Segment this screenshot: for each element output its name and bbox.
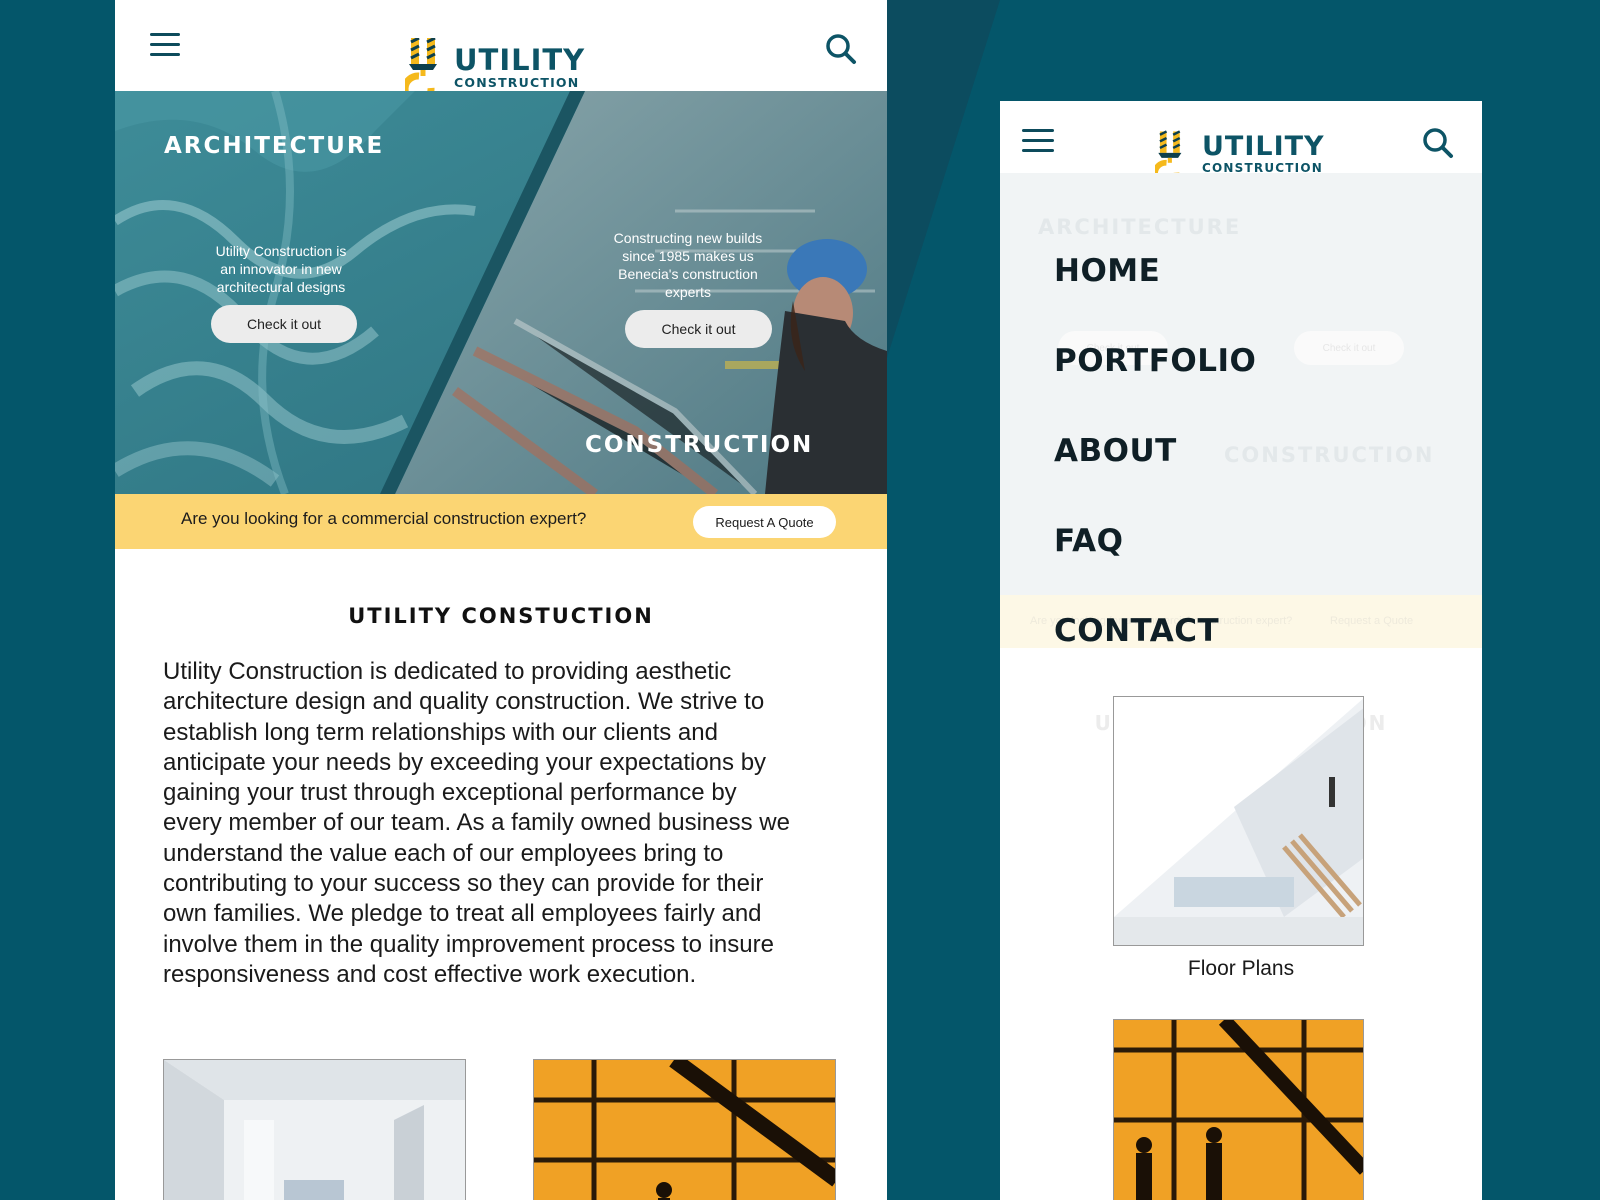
floor-plans-card-label: Floor Plans — [1187, 957, 1295, 980]
construction-card-image[interactable] — [1113, 1019, 1364, 1200]
construction-check-it-out-button[interactable]: Check it out — [625, 310, 772, 348]
quote-banner-text: Are you looking for a commercial constru… — [181, 509, 587, 528]
menu-item-contact[interactable]: CONTACT — [1054, 613, 1219, 649]
about-section-title: UTILITY CONSTUCTION — [348, 604, 654, 628]
logo-title: UTILITY — [1202, 131, 1325, 162]
search-icon[interactable] — [825, 33, 857, 65]
hero-construction-heading: CONSTRUCTION — [585, 432, 814, 458]
request-quote-button[interactable]: Request A Quote — [693, 506, 836, 538]
menu-item-faq[interactable]: FAQ — [1054, 523, 1123, 559]
construction-silhouette-photo — [534, 1060, 835, 1200]
site-header: UTILITY CONSTRUCTION — [115, 0, 887, 106]
menu-item-home[interactable]: HOME — [1054, 253, 1160, 289]
about-paragraph: Utility Construction is dedicated to pro… — [163, 658, 790, 988]
mobile-menu-screen: UTILITY CONSTRUCTION ARCHITECTURE Check … — [1000, 101, 1482, 1200]
logo-title: UTILITY — [454, 43, 586, 77]
menu-item-portfolio[interactable]: PORTFOLIO — [1054, 343, 1256, 379]
hero-construction-text: Constructing new builds since 1985 makes… — [613, 230, 763, 300]
construction-thumbnail[interactable] — [533, 1059, 836, 1200]
mobile-homepage-screen: UTILITY CONSTRUCTION ARCHITECTURE Utilit… — [115, 0, 887, 1200]
menu-item-about[interactable]: ABOUT — [1054, 433, 1177, 469]
hamburger-icon[interactable] — [1022, 129, 1054, 159]
quote-banner: Are you looking for a commercial constru… — [115, 494, 887, 549]
search-icon[interactable] — [1422, 127, 1454, 159]
faded-construction-heading: CONSTRUCTION — [1224, 443, 1435, 467]
site-header: UTILITY CONSTRUCTION — [1000, 101, 1482, 188]
hero-architecture-text: Utility Construction is an innovator in … — [215, 243, 347, 295]
logo-subtitle: CONSTRUCTION — [454, 75, 580, 90]
hamburger-icon[interactable] — [150, 33, 180, 63]
construction-silhouette-photo — [1114, 1020, 1363, 1200]
faded-check-button: Check it out — [1294, 331, 1404, 365]
staircase-interior-photo — [1114, 697, 1363, 945]
architecture-thumbnail[interactable] — [163, 1059, 466, 1200]
hero-architecture-heading: ARCHITECTURE — [164, 133, 385, 159]
hero-section: ARCHITECTURE Utility Construction is an … — [115, 91, 887, 494]
faded-banner-button: Request a Quote — [1330, 615, 1414, 627]
interior-photo — [164, 1060, 465, 1200]
architecture-check-it-out-button[interactable]: Check it out — [211, 305, 357, 343]
floor-plans-card-image[interactable] — [1113, 696, 1364, 946]
faded-architecture-heading: ARCHITECTURE — [1038, 215, 1242, 239]
faded-page-background: ARCHITECTURE Check it out Check it out C… — [1000, 173, 1482, 648]
